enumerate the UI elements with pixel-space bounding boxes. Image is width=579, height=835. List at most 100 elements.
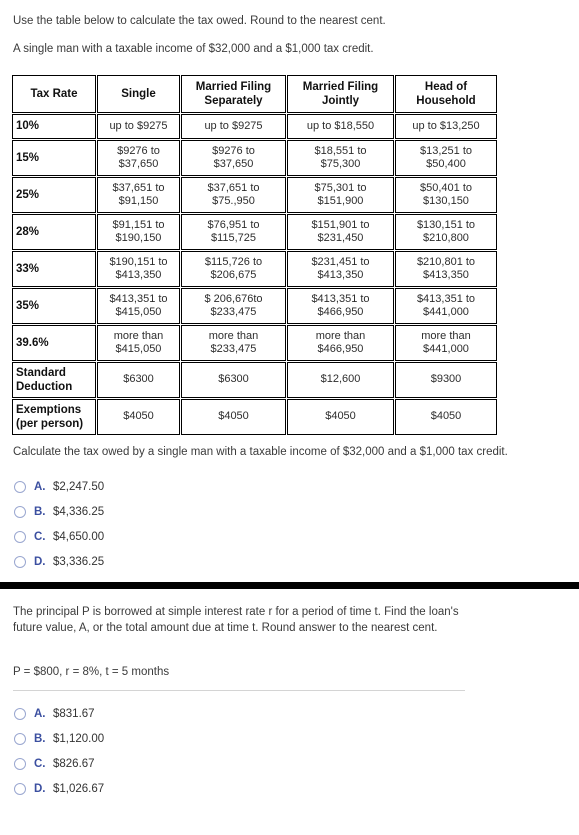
cell-line-2: $206,675 xyxy=(210,269,257,281)
table-cell: $4050 xyxy=(395,399,497,435)
radio-button-icon[interactable] xyxy=(14,707,26,720)
cell-line-1: $190,151 to xyxy=(109,255,168,268)
table-cell: $190,151 to $413,350 xyxy=(97,251,180,287)
choice-letter: C. xyxy=(34,757,46,770)
cell-line-1: $4050 xyxy=(430,410,462,423)
choice-value: $831.67 xyxy=(53,707,95,720)
header-line-2: Jointly xyxy=(321,95,360,107)
table-row: 35% $413,351 to $415,050 $ 206,676to $233,47… xyxy=(12,288,497,324)
header-line-1: Married Filing xyxy=(302,80,379,93)
table-cell: $91,151 to $190,150 xyxy=(97,214,180,250)
cell-line-1: $6300 xyxy=(123,373,154,386)
table-cell: $130,151 to $210,800 xyxy=(395,214,497,250)
row-label-cell: 10% xyxy=(12,114,96,139)
cell-line-1: $37,651 to xyxy=(112,181,165,194)
table-cell: $210,801 to $413,350 xyxy=(395,251,497,287)
cell-line-1: $413,351 to xyxy=(416,292,476,305)
header-line-1: Tax Rate xyxy=(30,87,78,100)
cell-line-2: $231,450 xyxy=(317,232,364,244)
table-cell: more than $466,950 xyxy=(287,325,394,361)
choice-option-c[interactable]: C. $826.67 xyxy=(14,751,104,776)
question2-given-values: P = $800, r = 8%, t = 5 months xyxy=(13,666,170,678)
radio-button-icon[interactable] xyxy=(14,555,26,568)
cell-line-1: $18,551 to xyxy=(314,144,367,157)
cell-line-1: up to $18,550 xyxy=(306,119,375,132)
table-cell: $13,251 to $50,400 xyxy=(395,140,497,176)
choice-option-d[interactable]: D. $1,026.67 xyxy=(14,776,104,801)
cell-line-2: $466,950 xyxy=(317,343,364,355)
table-cell: $413,351 to $415,050 xyxy=(97,288,180,324)
table-row: Standard Deduction $6300 $6300 $12,600 $9300 xyxy=(12,362,497,398)
choice-option-c[interactable]: C. $4,650.00 xyxy=(14,524,104,549)
cell-line-2: $151,900 xyxy=(317,195,364,207)
cell-line-2: $50,400 xyxy=(426,158,466,170)
radio-button-icon[interactable] xyxy=(14,757,26,770)
table-cell: $413,351 to $441,000 xyxy=(395,288,497,324)
table-cell: $12,600 xyxy=(287,362,394,398)
choice-option-a[interactable]: A. $2,247.50 xyxy=(14,474,104,499)
cell-line-1: $4050 xyxy=(218,410,249,423)
cell-line-1: more than xyxy=(315,329,366,342)
cell-line-1: $151,901 to xyxy=(311,218,370,231)
cell-line-1: $6300 xyxy=(218,373,249,386)
section-separator-band xyxy=(0,582,579,589)
cell-line-2: $413,350 xyxy=(317,269,364,281)
cell-line-1: up to $9275 xyxy=(109,119,168,132)
header-line-1: Single xyxy=(121,87,156,100)
cell-line-1: more than xyxy=(113,329,164,342)
cell-line-1: $37,651 to xyxy=(207,181,260,194)
table-cell: $151,901 to $231,450 xyxy=(287,214,394,250)
choice-letter: A. xyxy=(34,707,46,720)
row-label-cell: 33% xyxy=(12,251,96,287)
table-cell: $18,551 to $75,300 xyxy=(287,140,394,176)
cell-line-1: $413,351 to xyxy=(109,292,168,305)
cell-line-2: $37,650 xyxy=(213,158,254,170)
table-cell: $37,651 to $91,150 xyxy=(97,177,180,213)
tax-rate-table-container: Tax Rate Single Married Filing Separately Ma… xyxy=(11,74,498,436)
choice-value: $1,120.00 xyxy=(53,732,105,745)
table-cell: more than $415,050 xyxy=(97,325,180,361)
cell-line-2: $91,150 xyxy=(118,195,159,207)
table-column-header-3: Married Filing Jointly xyxy=(287,75,394,113)
row-label-line-1: Exemptions xyxy=(16,403,82,416)
cell-line-2: $210,800 xyxy=(423,232,469,244)
choice-option-b[interactable]: B. $4,336.25 xyxy=(14,499,104,524)
choice-value: $3,336.25 xyxy=(53,555,105,568)
table-row: 39.6% more than $415,050 more than $233,475 m… xyxy=(12,325,497,361)
cell-line-1: $9276 to xyxy=(117,144,160,157)
choice-option-b[interactable]: B. $1,120.00 xyxy=(14,726,104,751)
table-column-header-1: Single xyxy=(97,75,180,113)
table-cell: up to $18,550 xyxy=(287,114,394,139)
table-cell: $9276 to $37,650 xyxy=(97,140,180,176)
row-label-cell: 35% xyxy=(12,288,96,324)
radio-button-icon[interactable] xyxy=(14,732,26,745)
cell-line-1: $130,151 to xyxy=(416,218,476,231)
cell-line-1: more than xyxy=(208,329,259,342)
tax-rate-table: Tax Rate Single Married Filing Separately Ma… xyxy=(11,74,498,436)
row-label-line-1: Standard xyxy=(16,366,66,379)
cell-line-1: $9276 to xyxy=(212,144,255,157)
cell-line-2: $115,725 xyxy=(210,232,257,244)
cell-line-2: $190,150 xyxy=(115,232,162,244)
choice-letter: D. xyxy=(34,555,46,568)
radio-button-icon[interactable] xyxy=(14,480,26,493)
radio-button-icon[interactable] xyxy=(14,505,26,518)
table-cell: $6300 xyxy=(97,362,180,398)
cell-line-2: $466,950 xyxy=(317,306,364,318)
radio-button-icon[interactable] xyxy=(14,782,26,795)
choice-value: $826.67 xyxy=(53,757,95,770)
cell-line-1: $4050 xyxy=(123,410,154,423)
radio-button-icon[interactable] xyxy=(14,530,26,543)
table-column-header-4: Head of Household xyxy=(395,75,497,113)
cell-line-1: $210,801 to xyxy=(416,255,476,268)
choice-value: $4,650.00 xyxy=(53,530,105,543)
choice-letter: A. xyxy=(34,480,46,493)
choice-option-a[interactable]: A. $831.67 xyxy=(14,701,104,726)
question1-intro-line-2: A single man with a taxable income of $3… xyxy=(13,43,374,55)
cell-line-1: $413,351 to xyxy=(311,292,370,305)
cell-line-1: $13,251 to xyxy=(420,144,472,157)
cell-line-2: $75,300 xyxy=(320,158,361,170)
table-cell: $115,726 to $206,675 xyxy=(181,251,286,287)
choice-option-d[interactable]: D. $3,336.25 xyxy=(14,549,104,574)
table-column-header-2: Married Filing Separately xyxy=(181,75,286,113)
